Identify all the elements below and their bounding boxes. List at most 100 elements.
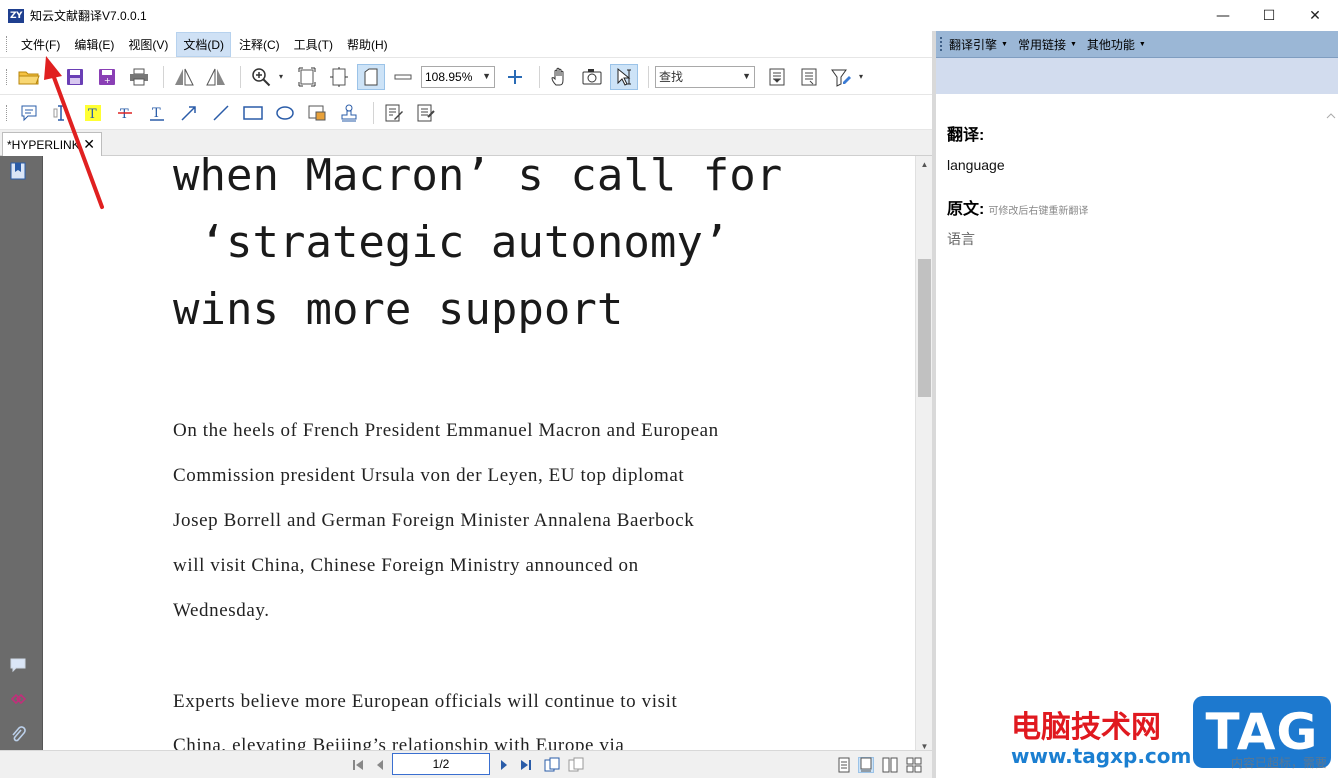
save-icon[interactable] [61,64,89,90]
menu-translation-engine[interactable]: 翻译引擎 ▼ [949,36,1008,53]
highlight-settings-icon[interactable] [827,64,855,90]
text-cursor-icon[interactable] [47,100,75,126]
menu-file[interactable]: 文件(F) [15,33,66,56]
minimize-button[interactable]: — [1200,0,1246,31]
toolbar-separator [163,65,164,88]
save-as-icon[interactable]: + [93,64,121,90]
app-logo-icon: ZY [8,8,24,23]
scrollbar-thumb[interactable] [918,259,931,397]
hand-tool-icon[interactable] [546,64,574,90]
menu-document[interactable]: 文档(D) [176,31,231,57]
document-scrollbar[interactable]: ▲ ▼ [915,156,932,754]
underline-icon[interactable]: T [143,100,171,126]
zoom-plus-icon[interactable] [501,64,529,90]
zoom-level-select[interactable]: 108.95% ▼ [421,65,495,88]
flip-right-icon[interactable] [202,64,230,90]
find-previous-icon[interactable] [763,64,791,90]
bookmark-icon[interactable] [9,162,27,180]
scroll-up-arrow-icon[interactable]: ▲ [916,156,933,172]
fit-width-icon[interactable] [325,64,353,90]
close-tab-icon[interactable]: ✕ [83,136,95,153]
highlight-text-icon[interactable]: T [79,100,107,126]
note-comment-icon[interactable] [15,100,43,126]
zoom-out-icon[interactable] [389,64,417,90]
chevron-down-icon: ▼ [1069,40,1077,48]
chevron-down-icon: ▼ [1138,40,1146,48]
menu-bar: 文件(F) 编辑(E) 视图(V) 文档(D) 注释(C) 工具(T) 帮助(H… [0,31,932,58]
main-toolbar: ▾ + ▾ 108.95% ▼ 查找 ▼ ▾ [0,59,932,95]
translation-result-text[interactable]: language [947,157,1005,173]
highlight-dropdown-icon[interactable]: ▾ [859,72,869,81]
status-bar: 1/2 [0,750,932,778]
menu-help[interactable]: 帮助(H) [341,33,394,56]
watermark-faded-text: 内容已超标，需要 [1231,756,1328,770]
document-heading-line: wins more support [173,284,624,335]
continuous-view-icon[interactable] [858,757,874,773]
menu-tools[interactable]: 工具(T) [288,33,339,56]
document-view[interactable]: when Macron’ s call for ‘strategic auton… [43,156,915,754]
two-page-view-icon[interactable] [882,757,898,773]
original-label: 原文: [947,201,985,218]
arrow-draw-icon[interactable] [175,100,203,126]
menu-other-functions[interactable]: 其他功能 ▼ [1087,36,1146,53]
edit-annotation-icon[interactable] [380,100,408,126]
toolbar-separator [539,65,540,88]
tab-hyperlink[interactable]: *HYPERLINK ✕ [2,132,102,156]
next-page-icon[interactable] [496,757,512,773]
watermark: 电脑技术网 www.tagxp.com TAG 内容已超标，需要 [1005,694,1338,778]
print-icon[interactable] [125,64,153,90]
go-forward-view-icon[interactable] [568,757,584,773]
toolbar-grip[interactable] [6,68,9,85]
line-draw-icon[interactable] [207,100,235,126]
open-folder-icon[interactable] [15,64,43,90]
select-text-tool-icon[interactable] [610,63,638,90]
menu-common-links[interactable]: 常用链接 ▼ [1018,36,1077,53]
page-number-input[interactable]: 1/2 [392,753,490,775]
previous-page-icon[interactable] [372,757,388,773]
actual-size-icon[interactable] [357,63,385,90]
ellipse-draw-icon[interactable] [271,100,299,126]
links-panel-icon[interactable] [9,690,27,708]
toolbar-grip[interactable] [940,37,943,51]
comments-panel-icon[interactable] [9,656,27,674]
rectangle-draw-icon[interactable] [239,100,267,126]
annotation-list-icon[interactable] [412,100,440,126]
image-insert-icon[interactable] [303,100,331,126]
menu-label: 常用链接 [1017,37,1066,52]
zoom-in-icon[interactable] [247,64,275,90]
watermark-url: www.tagxp.com [1011,744,1192,768]
title-bar: ZY 知云文献翻译V7.0.0.1 — ☐ ✕ [0,0,1338,31]
open-dropdown-icon[interactable]: ▾ [47,72,57,81]
first-page-icon[interactable] [350,757,366,773]
chevron-down-icon: ▼ [742,70,751,81]
menu-view[interactable]: 视图(V) [122,33,174,56]
original-text-field[interactable]: 语言 [947,229,975,249]
attachment-icon[interactable] [9,726,27,744]
maximize-button[interactable]: ☐ [1246,0,1292,31]
go-back-view-icon[interactable] [544,757,560,773]
side-navigation-rail [0,156,43,754]
single-page-view-icon[interactable] [836,757,852,773]
stamp-icon[interactable] [335,100,363,126]
strikethrough-icon[interactable]: T [111,100,139,126]
toolbar-grip[interactable] [6,36,9,52]
menu-comment[interactable]: 注释(C) [233,33,286,56]
close-window-button[interactable]: ✕ [1292,0,1338,31]
find-input[interactable]: 查找 ▼ [655,65,755,88]
last-page-icon[interactable] [518,757,534,773]
zoom-dropdown-icon[interactable]: ▾ [279,72,289,81]
menu-edit[interactable]: 编辑(E) [68,33,120,56]
annotation-toolbar: T T T [0,96,932,130]
translation-panel-scrollbar[interactable] [1324,94,1338,778]
toolbar-grip[interactable] [6,104,9,121]
snapshot-camera-icon[interactable] [578,64,606,90]
scroll-up-arrow-icon[interactable] [1324,94,1338,124]
find-next-icon[interactable] [795,64,823,90]
fit-page-icon[interactable] [293,64,321,90]
two-page-continuous-icon[interactable] [906,757,922,773]
menu-label: 翻译引擎 [949,37,998,52]
flip-left-icon[interactable] [170,64,198,90]
document-heading-line: ‘strategic autonomy’ [173,217,730,268]
chevron-down-icon: ▼ [482,70,491,81]
toolbar-separator [648,65,649,88]
